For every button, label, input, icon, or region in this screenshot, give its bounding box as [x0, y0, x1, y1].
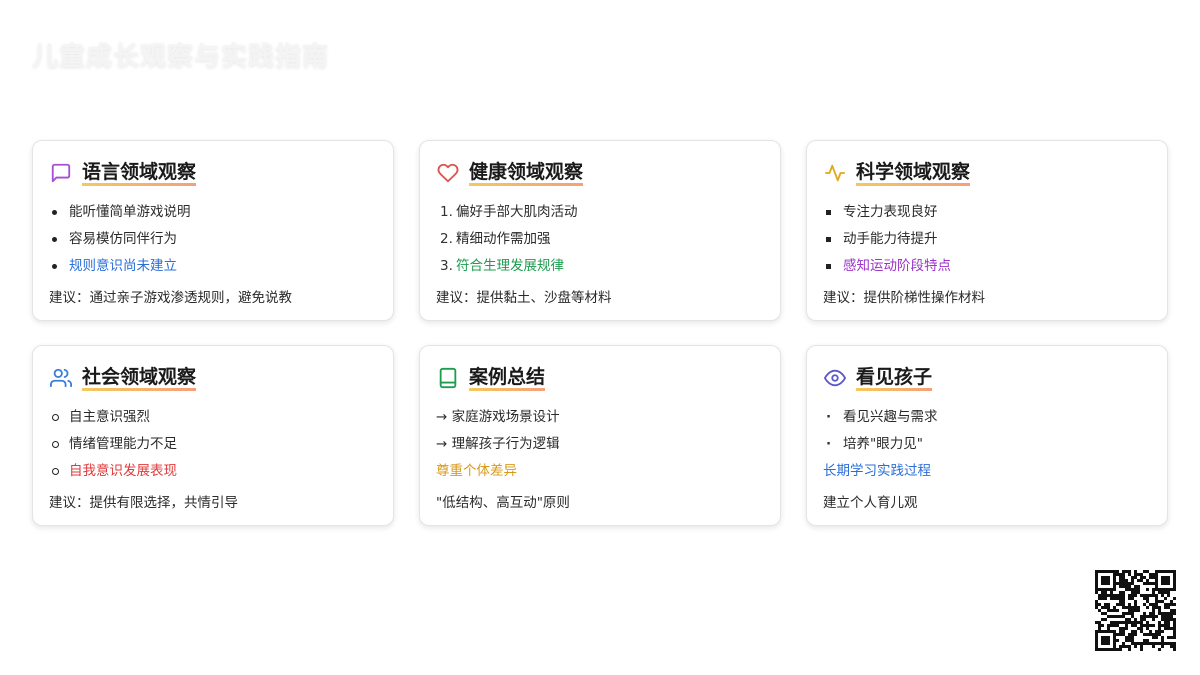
observation-list: 看见兴趣与需求 培养"眼力见" [823, 404, 1151, 458]
activity-icon [823, 161, 847, 185]
list-item-highlight: 符合生理发展规律 [456, 258, 564, 274]
list-item: 专注力表现良好 [823, 199, 1151, 226]
summary-line: → 理解孩子行为逻辑 [436, 436, 560, 452]
users-icon [49, 366, 73, 390]
card-title: 语言领域观察 [82, 160, 197, 186]
list-item: 情绪管理能力不足 [49, 431, 377, 458]
card-title: 看见孩子 [856, 365, 933, 391]
list-item-text: 精细动作需加强 [456, 231, 551, 247]
list-item: 自我意识发展表现 [49, 458, 377, 485]
card-see-child: 看见孩子 看见兴趣与需求 培养"眼力见" 长期学习实践过程 建立个人育儿观 [806, 345, 1168, 526]
qr-code-icon [1095, 570, 1176, 651]
observation-list: 能听懂简单游戏说明 容易模仿同伴行为 规则意识尚未建立 [49, 199, 377, 280]
number-marker: 1. [440, 204, 453, 220]
advice-text: "低结构、高互动"原则 [436, 495, 570, 511]
list-item: 自主意识强烈 [49, 404, 377, 431]
bullet-marker [49, 458, 69, 485]
list-item-highlight: 规则意识尚未建立 [69, 258, 177, 274]
card-header: 健康领域观察 [436, 159, 764, 187]
observation-list: 自主意识强烈 情绪管理能力不足 自我意识发展表现 [49, 404, 377, 485]
bullet-marker [823, 253, 843, 280]
card-header: 看见孩子 [823, 364, 1151, 392]
list-item: 动手能力待提升 [823, 226, 1151, 253]
list-item-text: 专注力表现良好 [843, 204, 938, 220]
list-item: 看见兴趣与需求 [823, 404, 1151, 431]
card-title: 健康领域观察 [469, 160, 584, 186]
list-item-text: 动手能力待提升 [843, 231, 938, 247]
card-social: 社会领域观察 自主意识强烈 情绪管理能力不足 自我意识发展表现 建议：提供有限选… [32, 345, 394, 526]
card-header: 语言领域观察 [49, 159, 377, 187]
eye-icon [823, 366, 847, 390]
card-language: 语言领域观察 能听懂简单游戏说明 容易模仿同伴行为 规则意识尚未建立 建议：通过… [32, 140, 394, 321]
page-title: 儿童成长观察与实践指南 [32, 42, 330, 72]
list-item-text: 容易模仿同伴行为 [69, 231, 177, 247]
bullet-marker [49, 253, 69, 280]
card-grid: 语言领域观察 能听懂简单游戏说明 容易模仿同伴行为 规则意识尚未建立 建议：通过… [32, 140, 1168, 526]
list-item: 规则意识尚未建立 [49, 253, 377, 280]
list-item-text: 看见兴趣与需求 [843, 409, 938, 425]
list-item-text: 培养"眼力见" [843, 436, 923, 452]
advice-text: 建议：提供阶梯性操作材料 [823, 290, 985, 306]
bullet-marker [823, 404, 843, 431]
card-title: 案例总结 [469, 365, 546, 391]
advice-text: 建立个人育儿观 [823, 495, 918, 511]
list-item: 容易模仿同伴行为 [49, 226, 377, 253]
summary-list: → 家庭游戏场景设计 → 理解孩子行为逻辑 尊重个体差异 [436, 404, 764, 485]
observation-list: 专注力表现良好 动手能力待提升 感知运动阶段特点 [823, 199, 1151, 280]
list-item-text: 情绪管理能力不足 [69, 436, 177, 452]
list-item-text: 偏好手部大肌肉活动 [456, 204, 578, 220]
list-item-highlight: 自我意识发展表现 [69, 463, 177, 479]
bullet-marker [823, 431, 843, 458]
card-title: 社会领域观察 [82, 365, 197, 391]
advice-text: 建议：通过亲子游戏渗透规则，避免说教 [49, 290, 292, 306]
advice-text: 建议：提供黏土、沙盘等材料 [436, 290, 612, 306]
bullet-marker [49, 199, 69, 226]
card-header: 科学领域观察 [823, 159, 1151, 187]
list-item: 3. 符合生理发展规律 [436, 253, 764, 280]
book-icon [436, 366, 460, 390]
list-item-text: 能听懂简单游戏说明 [69, 204, 191, 220]
card-health: 健康领域观察 1. 偏好手部大肌肉活动 2. 精细动作需加强 3. 符合生理发展规律 … [419, 140, 781, 321]
list-item: 感知运动阶段特点 [823, 253, 1151, 280]
list-item: 能听懂简单游戏说明 [49, 199, 377, 226]
bullet-marker [823, 226, 843, 253]
message-square-icon [49, 161, 73, 185]
bullet-marker [49, 431, 69, 458]
card-case-summary: 案例总结 → 家庭游戏场景设计 → 理解孩子行为逻辑 尊重个体差异 "低结构、高… [419, 345, 781, 526]
list-item-highlight: 感知运动阶段特点 [843, 258, 951, 274]
summary-highlight: 尊重个体差异 [436, 463, 517, 479]
card-science: 科学领域观察 专注力表现良好 动手能力待提升 感知运动阶段特点 建议：提供阶梯性… [806, 140, 1168, 321]
bullet-marker [49, 226, 69, 253]
summary-line: → 家庭游戏场景设计 [436, 409, 560, 425]
card-header: 社会领域观察 [49, 364, 377, 392]
bullet-marker [823, 199, 843, 226]
number-marker: 2. [440, 231, 453, 247]
observation-list: 1. 偏好手部大肌肉活动 2. 精细动作需加强 3. 符合生理发展规律 [436, 199, 764, 280]
list-item: 2. 精细动作需加强 [436, 226, 764, 253]
advice-text: 建议：提供有限选择，共情引导 [49, 495, 238, 511]
bullet-marker [49, 404, 69, 431]
card-header: 案例总结 [436, 364, 764, 392]
summary-highlight: 长期学习实践过程 [823, 463, 931, 479]
number-marker: 3. [440, 258, 453, 274]
list-item: 培养"眼力见" [823, 431, 1151, 458]
list-item: 1. 偏好手部大肌肉活动 [436, 199, 764, 226]
heart-icon [436, 161, 460, 185]
card-title: 科学领域观察 [856, 160, 971, 186]
list-item-text: 自主意识强烈 [69, 409, 150, 425]
